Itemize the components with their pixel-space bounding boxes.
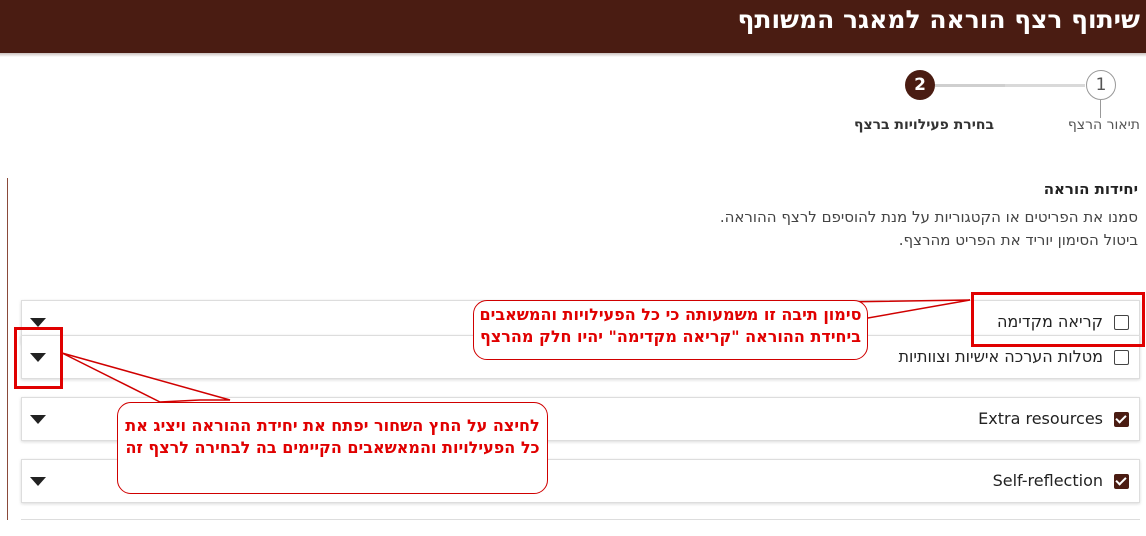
annotation-arrow-text: לחיצה על החץ השחור יפתח את יחידת ההוראה … — [125, 416, 540, 457]
annotation-checkbox-callout: סימון תיבה זו משמעותה כי כל הפעילויות וה… — [473, 300, 868, 360]
annotation-highlight-arrow — [14, 327, 63, 389]
annotation-checkbox-text: סימון תיבה זו משמעותה כי כל הפעילויות וה… — [479, 305, 862, 346]
annotation-highlight-checkbox — [971, 292, 1145, 347]
annotation-arrow-callout: לחיצה על החץ השחור יפתח את יחידת ההוראה … — [117, 402, 548, 494]
